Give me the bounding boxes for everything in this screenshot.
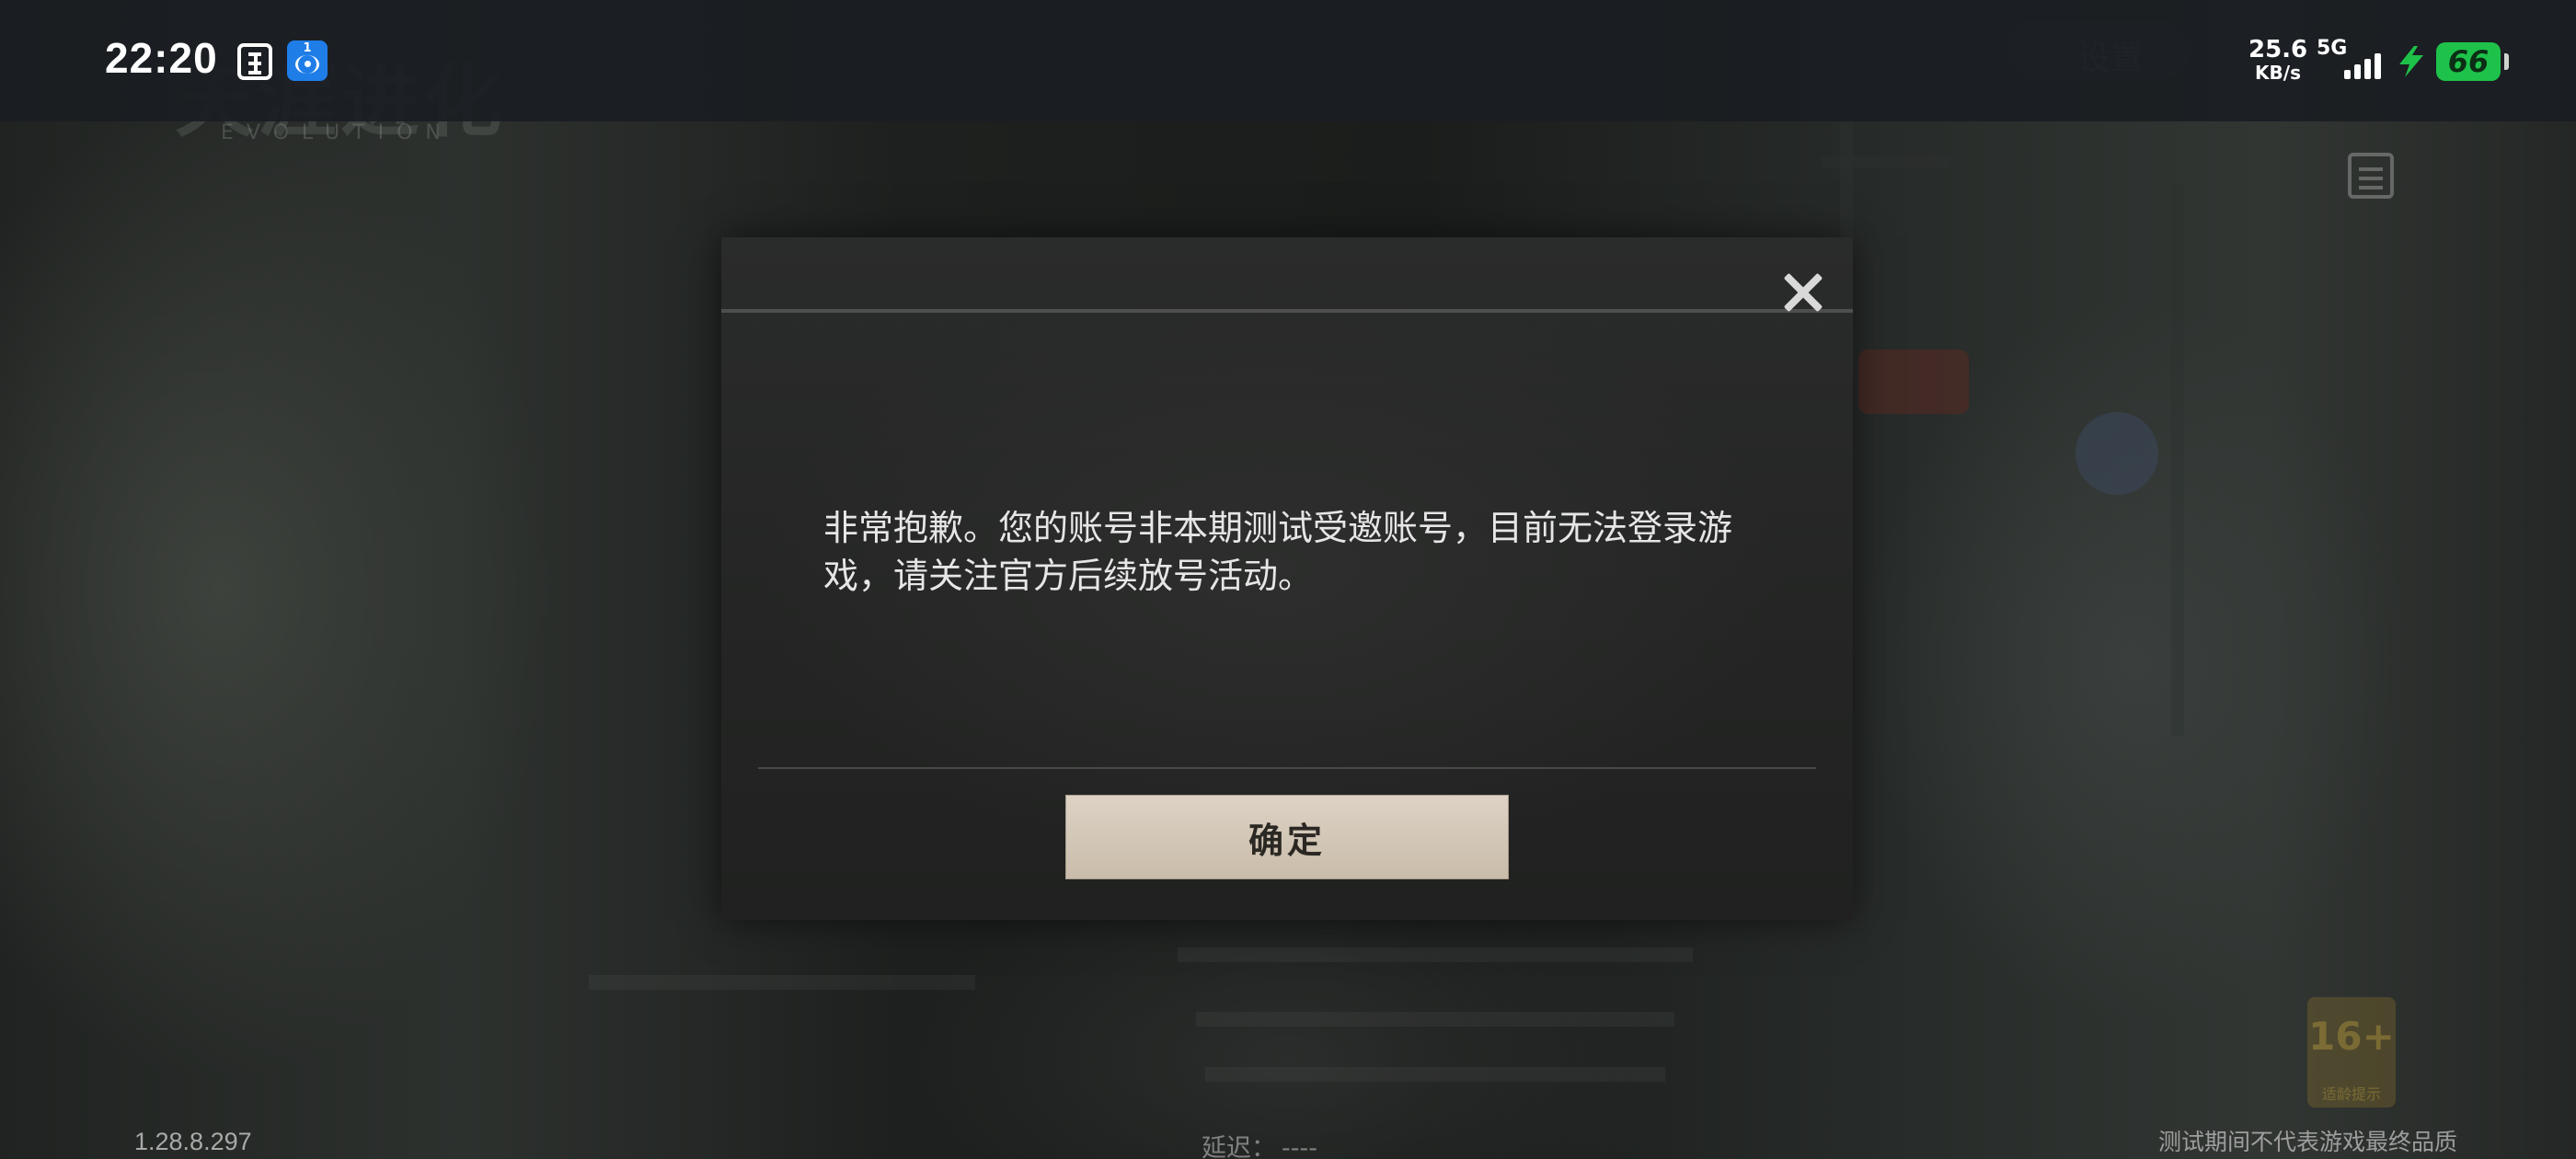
- background-disclaimer: [1205, 1067, 1665, 1082]
- network-type: 5G: [2317, 37, 2348, 60]
- background-disclaimer: [1196, 1012, 1674, 1027]
- signal-broadcast-icon: 1: [287, 40, 328, 81]
- game-screen: 天涯进化 EVOLUTION 设置 22:20 1 25.6 KB/s 5G: [0, 0, 2576, 1159]
- notification-app-icon: [237, 43, 272, 80]
- latency-label: 延迟：: [1202, 1134, 1276, 1159]
- network-speed-value: 25.6: [2248, 36, 2308, 63]
- age-rating-caption: 适龄提示: [2321, 1085, 2381, 1103]
- battery-level: 66: [2447, 44, 2490, 79]
- latency-indicator: 延迟： ----: [1202, 1128, 1317, 1159]
- test-quality-note: 测试期间不代表游戏最终品质: [2158, 1129, 2458, 1155]
- version-label: 1.28.8.297: [134, 1128, 252, 1155]
- status-bar: 22:20 1 25.6 KB/s 5G 66: [0, 0, 2576, 121]
- background-helmet: [2076, 412, 2158, 495]
- background-disclaimer: [589, 975, 975, 990]
- dialog-message: 非常抱歉。您的账号非本期测试受邀账号，目前无法登录游戏，请关注官方后续放号活动。: [823, 508, 1733, 596]
- status-clock: 22:20: [105, 34, 218, 82]
- close-button[interactable]: [1766, 256, 1840, 329]
- dialog-header-divider: [721, 309, 1853, 313]
- battery-icon: 66: [2436, 42, 2501, 81]
- battery-tip: [2504, 53, 2509, 70]
- cellular-signal-icon: [2344, 52, 2385, 79]
- background-pipe: [1822, 156, 1950, 167]
- notice-icon[interactable]: [2348, 153, 2394, 199]
- charging-icon: [2399, 46, 2423, 77]
- network-speed-unit: KB/s: [2255, 62, 2301, 84]
- confirm-button[interactable]: 确定: [1065, 795, 1509, 879]
- background-extinguisher: [1858, 350, 1969, 414]
- age-rating-badge: 16+ 适龄提示: [2307, 997, 2396, 1107]
- background-disclaimer: [1178, 947, 1693, 962]
- game-logo-subtitle: EVOLUTION: [221, 121, 454, 144]
- network-speed: 25.6 KB/s: [2248, 37, 2307, 83]
- age-rating-value: 16+: [2308, 1014, 2395, 1059]
- latency-value: ----: [1282, 1134, 1317, 1159]
- error-dialog: 非常抱歉。您的账号非本期测试受邀账号，目前无法登录游戏，请关注官方后续放号活动。…: [721, 237, 1853, 920]
- background-pipe: [2171, 184, 2184, 736]
- dialog-footer-divider: [758, 767, 1816, 769]
